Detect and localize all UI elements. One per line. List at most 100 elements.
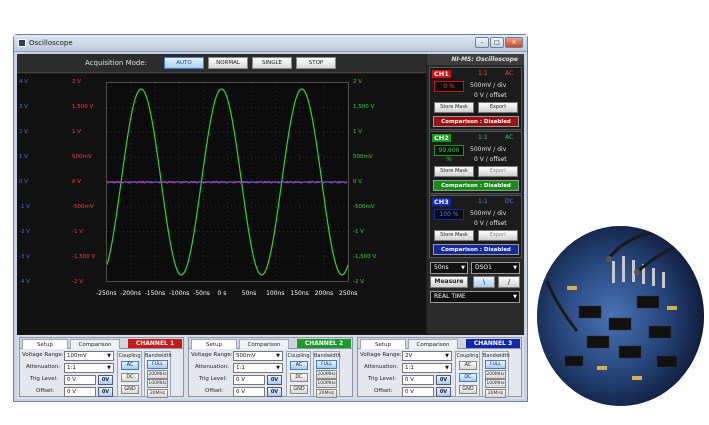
- ch3-trig-level-input[interactable]: 0 V: [402, 375, 434, 385]
- ch3-trig-zero-button[interactable]: 0V: [436, 375, 451, 385]
- ch1-bandwidth-100mhz-button[interactable]: 100MHz: [147, 379, 168, 388]
- y-axis-ch1-label: -2 V: [72, 279, 83, 285]
- ch2-offset: 0 V / offset: [474, 156, 507, 163]
- acq-normal-button[interactable]: NORMAL: [208, 57, 248, 69]
- acquisition-type-select[interactable]: REAL TIME ▼: [430, 291, 520, 303]
- ch2-attenuation-select[interactable]: 1:1 ▼: [233, 363, 283, 373]
- ch1-ratio: 1:1: [478, 70, 488, 77]
- maximize-button[interactable]: □: [490, 37, 504, 48]
- ch3-name[interactable]: CH3: [432, 198, 451, 206]
- ch3-store-mask-button[interactable]: Store Mask: [434, 230, 474, 241]
- close-button[interactable]: ✕: [505, 37, 523, 48]
- ch1-coupling-gnd-button[interactable]: GND: [121, 385, 139, 394]
- ch1-trig-zero-button[interactable]: 0V: [98, 375, 113, 385]
- ch1-store-mask-button[interactable]: Store Mask: [434, 102, 474, 113]
- ch2-attenuation-label: Attenuation:: [195, 364, 230, 370]
- chevron-down-icon: ▼: [445, 365, 449, 371]
- ch2-tab-comparison[interactable]: Comparison: [239, 339, 289, 349]
- ch1-bandwidth-20mhz-button[interactable]: 20MHz: [147, 388, 168, 398]
- ch3-export-button[interactable]: Export: [478, 230, 518, 241]
- ch1-tab-comparison[interactable]: Comparison: [70, 339, 120, 349]
- ch1-percent: 0 %: [434, 81, 464, 92]
- ch1-voltage-range-value: 100mV: [67, 353, 87, 359]
- x-axis-label: 150ns: [290, 290, 309, 297]
- ch1-trig-level-input[interactable]: 0 V: [64, 375, 96, 385]
- trigger-slope-falling-button[interactable]: /: [498, 276, 520, 288]
- ch1-coupling-label: Coupling: [118, 353, 141, 359]
- ch2-bandwidth-full-button[interactable]: FULL: [316, 360, 337, 369]
- ch3-bandwidth-100mhz-button[interactable]: 100MHz: [485, 379, 506, 388]
- ch1-coupling-ac-button[interactable]: AC: [121, 361, 139, 370]
- ch3-bandwidth-200mhz-button[interactable]: 200MHz: [485, 369, 506, 379]
- y-axis-ch3-label: -3 V: [19, 254, 30, 260]
- ch1-voltage-range-select[interactable]: 100mV ▼: [64, 351, 114, 361]
- ch2-bandwidth-20mhz-button[interactable]: 20MHz: [316, 388, 337, 398]
- ch1-offset-zero-button[interactable]: 0V: [98, 387, 113, 397]
- ch3-attenuation-select[interactable]: 1:1 ▼: [402, 363, 452, 373]
- ch2-voltage-range-select[interactable]: 500mV ▼: [233, 351, 283, 361]
- ch2-bandwidth-200mhz-button[interactable]: 200MHz: [316, 369, 337, 379]
- ch2-store-mask-button[interactable]: Store Mask: [434, 166, 474, 177]
- minimize-button[interactable]: –: [475, 37, 489, 48]
- ch1-coupling-dc-button[interactable]: DC: [121, 373, 139, 382]
- ch2-coupling: AC: [505, 134, 514, 141]
- ch2-offset-input[interactable]: 0 V: [233, 387, 265, 397]
- ch2-coupling-ac-button[interactable]: AC: [290, 361, 308, 370]
- ch3-coupling-dc-button[interactable]: DC: [459, 373, 477, 382]
- ch1-tab-setup[interactable]: Setup: [22, 339, 68, 349]
- y-axis-ch2-label: -500mV: [353, 204, 375, 210]
- ch3-coupling-gnd-button[interactable]: GND: [459, 385, 477, 394]
- x-axis-label: 200ns: [314, 290, 334, 297]
- ch2-tab-setup[interactable]: Setup: [191, 339, 237, 349]
- ch1-export-button[interactable]: Export: [478, 102, 518, 113]
- ch1-offset-input[interactable]: 0 V: [64, 387, 96, 397]
- y-axis-ch1-label: 2 V: [72, 79, 82, 85]
- y-axis-ch1-label: 1,500 V: [72, 104, 94, 110]
- plot-area: 4 V 2 V 2 V 3 V 1,500 V 1,500 V 2 V 1 V 1 V 1 V 50…: [17, 74, 426, 334]
- y-axis-ch3-label: -2 V: [19, 229, 30, 235]
- ch3-offset-input[interactable]: 0 V: [402, 387, 434, 397]
- ch3-tab-comparison[interactable]: Comparison: [408, 339, 458, 349]
- y-axis-ch3-label: 2 V: [19, 129, 29, 135]
- chevron-down-icon: ▼: [276, 353, 280, 359]
- title-bar: Oscilloscope – □ ✕: [14, 35, 527, 52]
- ch2-export-button[interactable]: Export: [478, 166, 518, 177]
- ch3-tab-setup[interactable]: Setup: [360, 339, 406, 349]
- ch2-coupling-dc-button[interactable]: DC: [290, 373, 308, 382]
- trigger-slope-rising-button[interactable]: \: [473, 276, 495, 288]
- ch2-voltage-range-value: 500mV: [236, 353, 256, 359]
- ch3-bandwidth-20mhz-button[interactable]: 20MHz: [485, 388, 506, 398]
- chevron-down-icon: ▼: [513, 294, 517, 300]
- ch1-offset-label: Offset:: [36, 388, 55, 394]
- ch1-bandwidth-full-button[interactable]: FULL: [147, 360, 168, 369]
- y-axis-ch2-label: 500mV: [353, 154, 373, 160]
- ch3-coupling-ac-button[interactable]: AC: [459, 361, 477, 370]
- ch1-name[interactable]: CH1: [432, 70, 451, 78]
- window-title: Oscilloscope: [29, 39, 73, 47]
- ch2-trig-zero-button[interactable]: 0V: [267, 375, 282, 385]
- ch2-offset-zero-button[interactable]: 0V: [267, 387, 282, 397]
- ch2-trig-level-input[interactable]: 0 V: [233, 375, 265, 385]
- device-select[interactable]: DSO1 ▼: [471, 262, 520, 274]
- ch2-coupling-gnd-button[interactable]: GND: [290, 385, 308, 394]
- waveform-display[interactable]: [106, 82, 349, 282]
- ch3-percent: 100 %: [434, 209, 464, 220]
- y-axis-ch1-label: -1 V: [72, 229, 83, 235]
- ch2-name[interactable]: CH2: [432, 134, 451, 142]
- measure-button[interactable]: Measure: [430, 276, 468, 288]
- ch3-voltage-range-select[interactable]: 2V ▼: [402, 351, 452, 361]
- acq-single-button[interactable]: SINGLE: [252, 57, 292, 69]
- ch3-offset-zero-button[interactable]: 0V: [436, 387, 451, 397]
- chevron-down-icon: ▼: [513, 265, 517, 271]
- timebase-select[interactable]: 50ns ▼: [430, 262, 468, 274]
- ch2-bandwidth-100mhz-button[interactable]: 100MHz: [316, 379, 337, 388]
- ch1-bandwidth-200mhz-button[interactable]: 200MHz: [147, 369, 168, 379]
- ch1-attenuation-select[interactable]: 1:1 ▼: [64, 363, 114, 373]
- ch3-tabbar: Setup Comparison CHANNEL 3: [358, 338, 521, 349]
- acq-auto-button[interactable]: AUTO: [164, 57, 204, 69]
- acq-stop-button[interactable]: STOP: [296, 57, 336, 69]
- x-axis-label: -50ns: [193, 290, 210, 297]
- x-axis-label: -250ns: [96, 290, 117, 297]
- y-axis-ch1-label: 1 V: [72, 129, 82, 135]
- ch3-bandwidth-full-button[interactable]: FULL: [485, 360, 506, 369]
